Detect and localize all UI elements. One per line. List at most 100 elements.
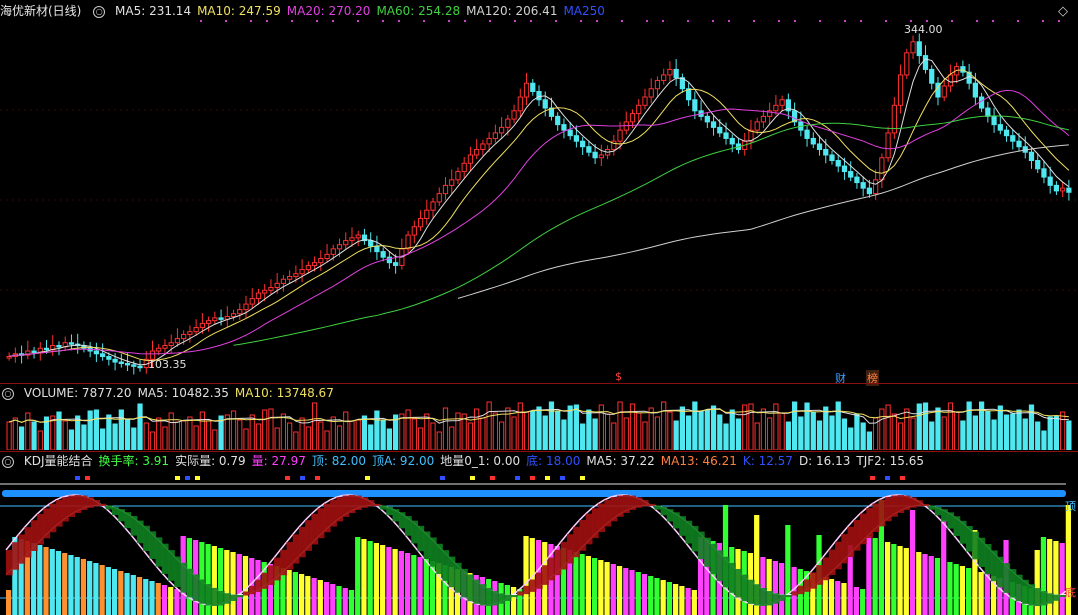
candle-body xyxy=(854,176,860,184)
candle-body xyxy=(137,365,143,369)
kdj-energy-bar xyxy=(49,549,55,615)
candle-body xyxy=(199,322,205,329)
signal-dot xyxy=(728,20,730,22)
candle-body xyxy=(430,201,436,211)
kdj-ribbon xyxy=(529,579,537,592)
kdj-ribbon xyxy=(710,543,718,575)
signal-dot xyxy=(464,20,466,22)
kdj-marker xyxy=(300,476,305,480)
kdj-ribbon xyxy=(323,503,331,533)
kdj-ribbon xyxy=(629,495,637,510)
candle-body xyxy=(492,132,498,139)
kdj-ribbon xyxy=(467,574,475,602)
signal-dot xyxy=(291,20,293,22)
kdj-energy-bar xyxy=(111,569,118,615)
volume-bar xyxy=(511,416,517,450)
stock-title: 海优新材(日线) xyxy=(0,4,82,18)
kdj-ribbon xyxy=(336,497,344,522)
candle-body xyxy=(505,118,511,128)
candle-body xyxy=(848,171,854,178)
kdj-ribbon xyxy=(510,594,518,598)
candle-body xyxy=(31,350,37,354)
kdj-energy-bar xyxy=(398,551,404,615)
kdj-settings-icon[interactable]: ○ xyxy=(2,455,14,468)
candle-body xyxy=(449,179,455,186)
volume-settings-icon[interactable]: ○ xyxy=(2,387,14,400)
volume-bar xyxy=(685,415,692,450)
kdj-energy-bar xyxy=(891,544,897,615)
candle-body xyxy=(530,82,536,92)
kdj-ribbon xyxy=(560,541,568,570)
kdj-ribbon xyxy=(648,503,655,507)
volume-chart[interactable] xyxy=(0,400,1078,450)
volume-bar xyxy=(904,408,910,450)
kdj-ribbon xyxy=(224,593,231,604)
kdj-ribbon xyxy=(573,526,581,558)
kdj-energy-bar xyxy=(355,537,361,615)
kdj-ribbon xyxy=(199,579,206,604)
event-tag-dollar[interactable]: $ xyxy=(614,370,623,383)
volume-bar xyxy=(785,421,791,450)
kdj-ribbon xyxy=(623,495,630,514)
diamond-icon[interactable]: ◇ xyxy=(1058,4,1068,19)
kdj-energy-bar xyxy=(105,567,111,615)
candle-body xyxy=(810,137,816,145)
volume-bar xyxy=(754,422,760,450)
kdj-ribbon xyxy=(6,550,13,576)
kdj-energy-bar xyxy=(367,541,373,615)
kdj-ribbon xyxy=(966,525,973,552)
kdj-ribbon xyxy=(1028,584,1036,606)
candle-body xyxy=(386,256,393,264)
volume-label-1: MA5: 10482.35 xyxy=(137,386,229,400)
volume-bar xyxy=(162,426,168,450)
volume-bar xyxy=(555,410,561,450)
signal-dot xyxy=(580,20,582,22)
volume-bar xyxy=(137,403,143,450)
kdj-ribbon xyxy=(274,557,281,581)
kdj-ribbon xyxy=(797,585,805,595)
volume-bar xyxy=(230,410,237,450)
kdj-energy-bar xyxy=(766,559,772,615)
kdj-energy-bar xyxy=(6,590,12,615)
kdj-energy-bar xyxy=(298,574,305,615)
settings-circle-icon[interactable]: ○ xyxy=(93,5,106,18)
kdj-ribbon xyxy=(542,565,549,585)
kdj-energy-bar xyxy=(585,556,591,615)
volume-bar xyxy=(835,401,841,450)
kdj-ribbon xyxy=(903,495,911,510)
candle-body xyxy=(860,182,866,189)
kdj-ribbon xyxy=(860,513,867,545)
candle-body xyxy=(1047,176,1053,186)
kdj-ribbon xyxy=(118,509,125,522)
candle-body xyxy=(947,74,954,87)
signal-dot xyxy=(778,20,780,22)
volume-bar xyxy=(723,423,729,450)
kdj-ribbon xyxy=(766,591,774,606)
volume-bar xyxy=(492,412,498,450)
kdj-marker xyxy=(185,476,190,480)
kdj-ribbon xyxy=(398,512,406,529)
candle-body xyxy=(68,342,75,345)
volume-bar xyxy=(654,416,661,450)
candle-body xyxy=(991,115,997,126)
kdj-ribbon xyxy=(205,584,213,606)
kdj-energy-bar xyxy=(591,558,598,615)
candle-body xyxy=(617,129,623,142)
volume-label-0: VOLUME: 7877.20 xyxy=(23,386,132,400)
kdj-energy-bar xyxy=(168,587,174,615)
kdj-chart[interactable] xyxy=(0,470,1078,615)
volume-bar xyxy=(143,422,149,450)
signal-dot xyxy=(382,20,384,22)
kdj-energy-bar xyxy=(242,556,249,615)
kdj-energy-bar xyxy=(99,565,105,615)
kdj-ribbon xyxy=(87,497,94,508)
kdj-energy-bar xyxy=(224,550,230,615)
kdj-ribbon xyxy=(24,527,32,558)
candlestick-chart[interactable] xyxy=(0,20,1078,382)
candle-body xyxy=(417,217,424,228)
volume-bar xyxy=(929,421,935,450)
signal-dot xyxy=(662,20,664,22)
signal-dot xyxy=(555,20,557,22)
signal-dot xyxy=(910,20,912,22)
candle-body xyxy=(436,193,442,203)
